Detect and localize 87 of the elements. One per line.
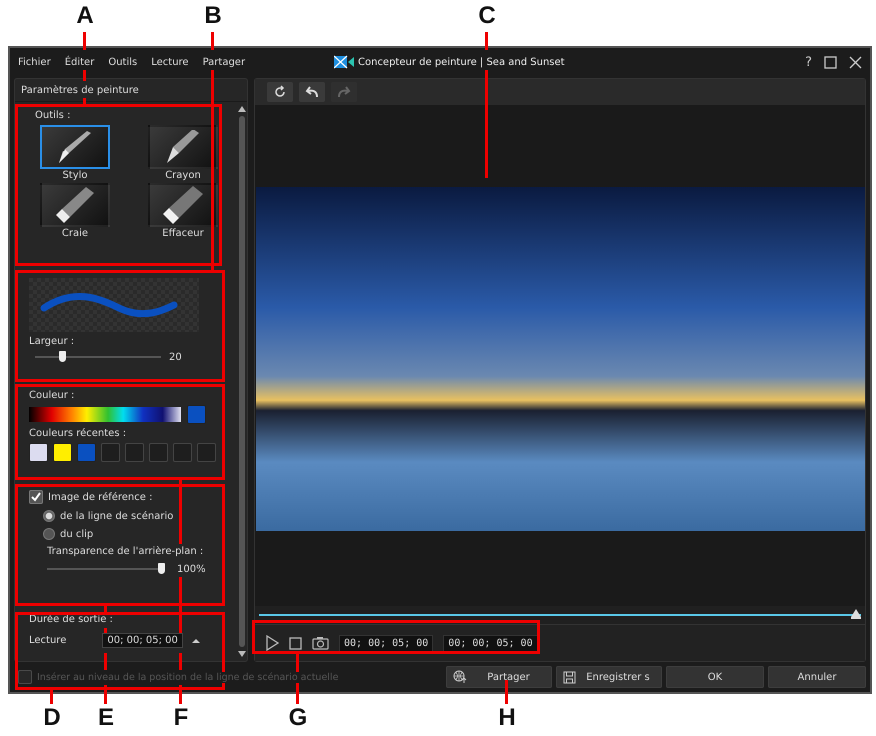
leader-line: [296, 654, 299, 704]
callout-letter: F: [172, 704, 190, 732]
insert-option-label: Insérer au niveau de la position de la ligne de scénario actuelle: [37, 672, 338, 682]
reset-button[interactable]: [267, 82, 293, 102]
save-icon: [563, 670, 576, 684]
empty-swatch[interactable]: [173, 443, 192, 462]
tools-label: Outils :: [35, 110, 72, 121]
redo-arrow-icon: [337, 85, 351, 99]
leader-line: [179, 480, 182, 544]
menu-item[interactable]: Outils: [108, 56, 138, 68]
tool-label: Stylo: [62, 170, 88, 181]
eraser-icon: [163, 186, 203, 224]
leader-line: [104, 685, 107, 704]
slider-thumb[interactable]: [58, 351, 66, 362]
globe-icon: [453, 670, 467, 684]
undo-button[interactable]: [299, 82, 325, 102]
tool-thumbnail[interactable]: [40, 125, 110, 169]
camera-icon[interactable]: [312, 636, 329, 650]
callout-letter: C: [477, 2, 497, 30]
duration-field[interactable]: 00; 00; 05; 00: [102, 633, 183, 648]
color-swatch[interactable]: [53, 443, 72, 462]
leader-line: [83, 32, 86, 50]
panel-title: Paramètres de peinture: [21, 84, 139, 96]
menu-item[interactable]: Partager: [202, 56, 246, 68]
callout-letter: H: [497, 704, 517, 732]
color-swatch[interactable]: [77, 443, 96, 462]
dialog-button[interactable]: OK: [666, 666, 764, 688]
radio-label: de la ligne de scénario: [60, 510, 174, 522]
tool-thumbnail[interactable]: [40, 183, 110, 227]
transparency-label: Transparence de l'arrière-plan :: [46, 546, 204, 557]
menu-item[interactable]: Éditer: [64, 56, 94, 68]
empty-swatch[interactable]: [101, 443, 120, 462]
playback-label: Lecture: [29, 635, 66, 646]
current-color-swatch[interactable]: [187, 405, 206, 424]
dialog-button[interactable]: Annuler: [768, 666, 866, 688]
window-title: Concepteur de peinture | Sea and Sunset: [358, 56, 565, 68]
app-logo-icon: [334, 55, 354, 69]
leader-line: [485, 32, 488, 50]
scroll-down-icon[interactable]: [238, 651, 246, 657]
timecode-display: 00; 00; 05; 00: [339, 634, 434, 652]
radio-label: du clip: [60, 528, 94, 540]
empty-swatch[interactable]: [197, 443, 216, 462]
share-button[interactable]: Partager: [446, 666, 552, 688]
fountain-pen-icon: [58, 130, 92, 164]
play-icon[interactable]: [265, 635, 279, 651]
reference-checkbox[interactable]: [29, 490, 43, 504]
leader-line: [211, 32, 214, 50]
menu-item[interactable]: Lecture: [151, 56, 189, 68]
reset-icon: [273, 85, 287, 99]
recent-colors-label: Couleurs récentes :: [29, 428, 128, 439]
stop-icon[interactable]: [289, 636, 302, 650]
chalk-icon: [56, 187, 94, 223]
transparency-value: 100%: [177, 564, 206, 574]
radio-button[interactable]: [43, 510, 55, 522]
timecode-display: 00; 00; 05; 00: [443, 634, 538, 652]
undo-arrow-icon: [305, 85, 319, 99]
reference-label: Image de référence :: [48, 492, 152, 502]
leader-line: [179, 685, 182, 704]
tool-label: Craie: [62, 228, 88, 239]
callout-letter: G: [288, 704, 308, 732]
color-swatch[interactable]: [29, 443, 48, 462]
callout-letter: A: [75, 2, 95, 30]
tool-label: Effaceur: [162, 228, 204, 239]
save-button[interactable]: Enregistrer s: [556, 666, 662, 688]
empty-swatch[interactable]: [149, 443, 168, 462]
callout-letter: E: [96, 704, 115, 732]
help-button[interactable]: ?: [805, 54, 812, 70]
color-label: Couleur :: [29, 390, 76, 401]
width-value: 20: [169, 352, 182, 362]
duration-label: Durée de sortie :: [29, 614, 114, 625]
callout-letter: D: [42, 704, 62, 732]
radio-button[interactable]: [43, 528, 55, 540]
callout-letter: B: [203, 2, 223, 30]
slider-thumb[interactable]: [158, 563, 165, 574]
tool-thumbnail[interactable]: [148, 125, 218, 169]
maximize-icon[interactable]: [824, 56, 837, 68]
color-spectrum[interactable]: [29, 407, 181, 422]
menu-item[interactable]: Fichier: [18, 56, 51, 68]
scroll-up-icon[interactable]: [238, 106, 246, 112]
timeline-thumb-icon[interactable]: [851, 609, 861, 619]
empty-swatch[interactable]: [125, 443, 144, 462]
leader-line: [179, 577, 182, 633]
close-icon[interactable]: [849, 56, 862, 68]
marker-icon: [166, 130, 200, 164]
tool-thumbnail[interactable]: [148, 183, 218, 227]
width-label: Largeur :: [29, 336, 76, 347]
tool-label: Crayon: [165, 170, 201, 181]
